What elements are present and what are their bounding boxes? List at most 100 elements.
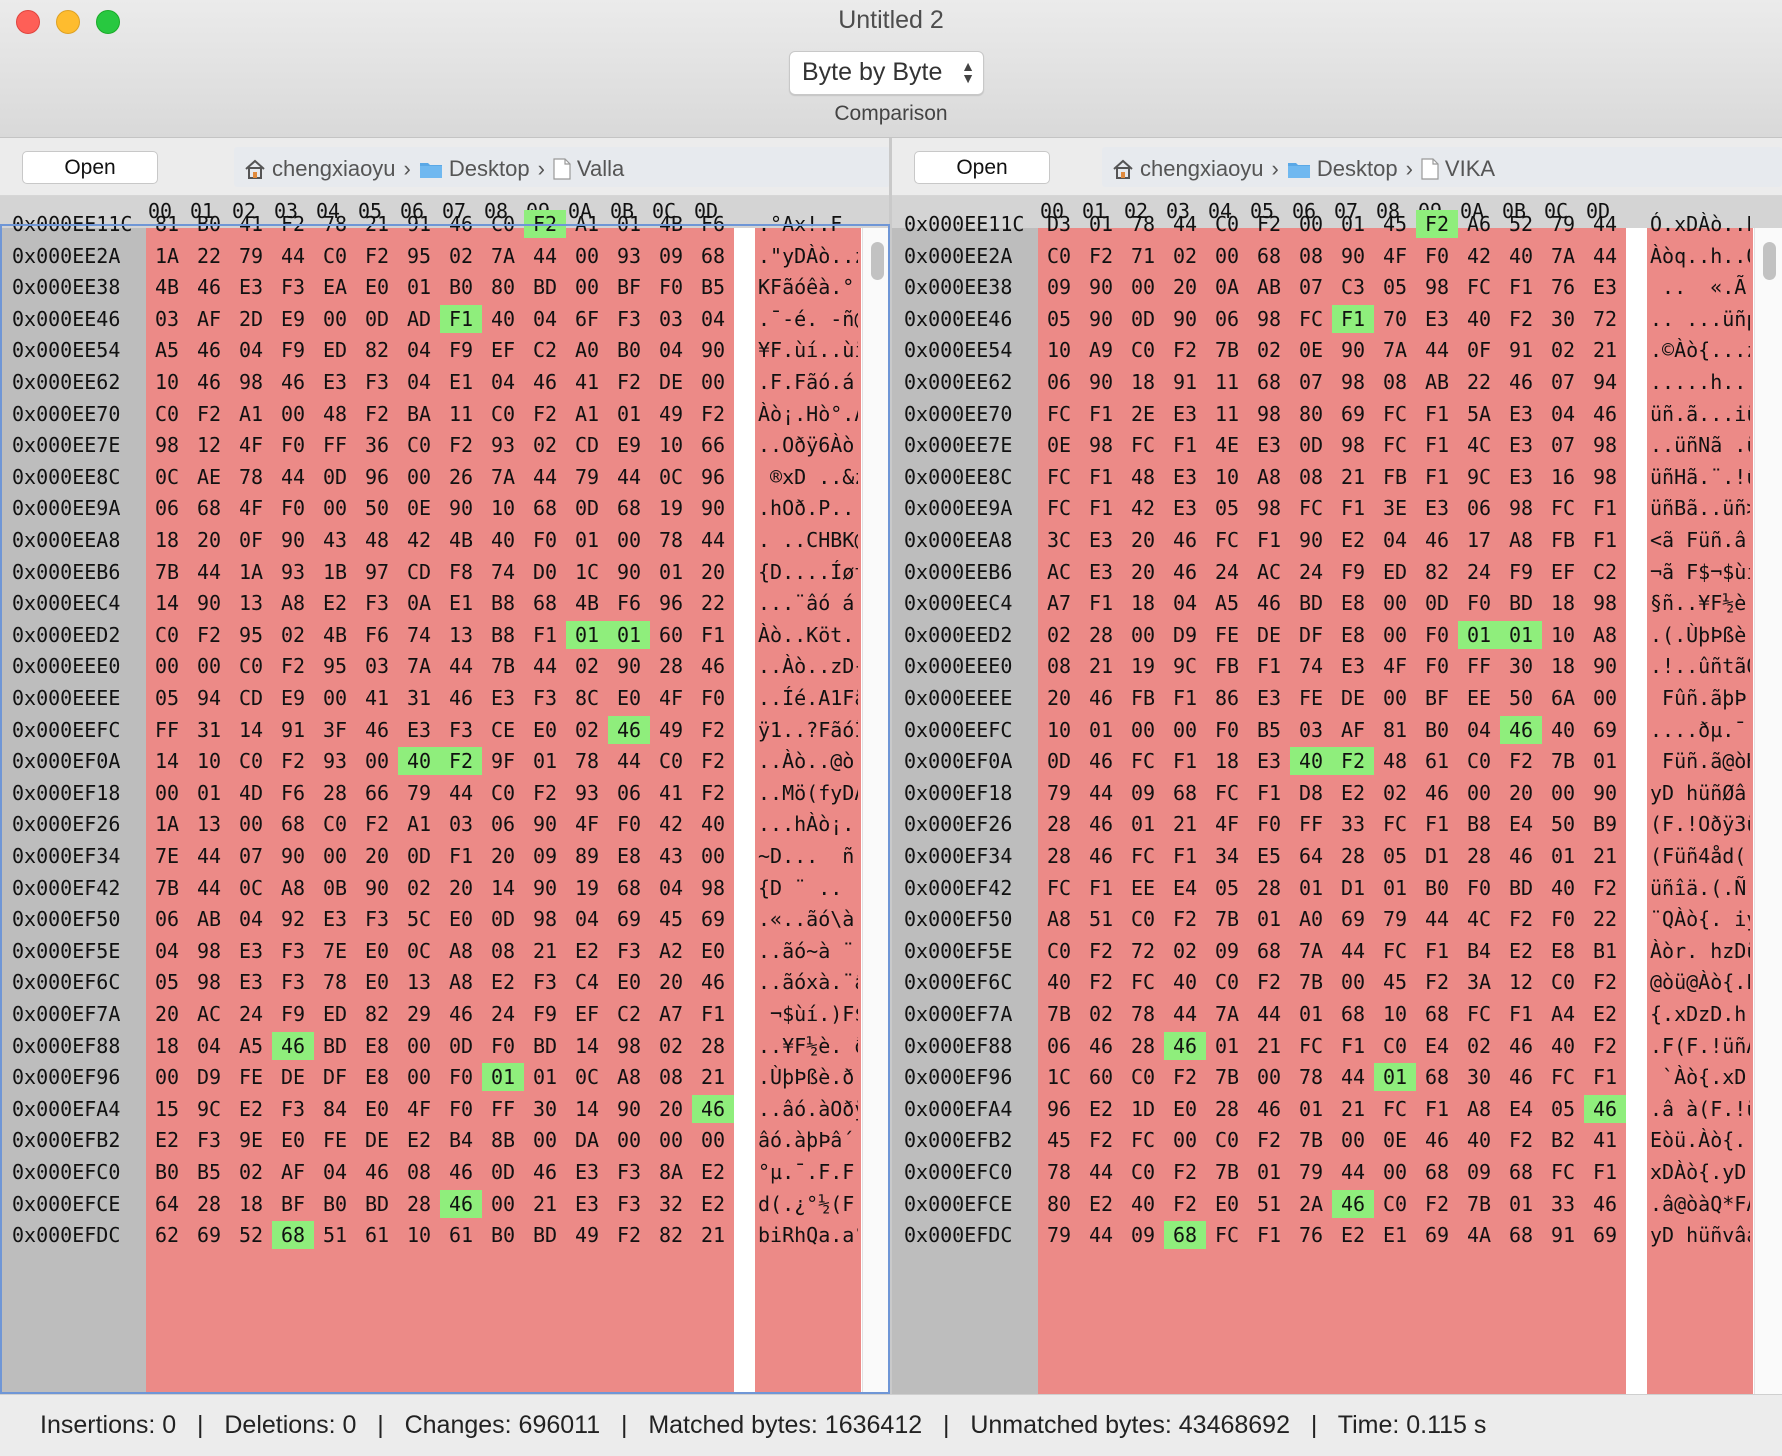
hex-byte[interactable]: 62 [146,1221,188,1249]
hex-byte[interactable]: F2 [356,400,398,428]
hex-byte[interactable]: FF [1290,810,1332,838]
hex-byte[interactable]: 78 [230,463,272,491]
hex-byte[interactable]: 44 [524,463,566,491]
hex-byte[interactable]: 00 [1458,779,1500,807]
hex-byte[interactable]: F0 [482,1032,524,1060]
hex-byte-match[interactable]: 40 [398,747,440,776]
hex-byte[interactable]: E3 [1248,747,1290,775]
hex-byte[interactable]: 01 [1290,1000,1332,1028]
hex-byte[interactable]: 48 [1122,463,1164,491]
hex-byte[interactable]: 20 [650,1095,692,1123]
hex-byte[interactable]: F0 [650,273,692,301]
hex-byte[interactable]: 21 [1164,810,1206,838]
hex-byte[interactable]: F2 [524,779,566,807]
hex-byte[interactable]: CD [566,431,608,459]
hex-byte[interactable]: FC [1290,1032,1332,1060]
hex-byte[interactable]: 13 [398,968,440,996]
hex-byte[interactable]: FE [1290,684,1332,712]
hex-byte[interactable]: 4C [1458,905,1500,933]
hex-byte[interactable]: 0B [314,874,356,902]
hex-byte[interactable]: 45 [1374,968,1416,996]
hex-byte[interactable]: 21 [692,1063,734,1091]
hex-row[interactable]: 0x000EFDC 79 44 09 68 FC F1 76 E2 E1 69 4A 68 91 69 yD … [892,1215,1782,1251]
hex-byte[interactable]: F1 [524,621,566,649]
hex-row[interactable]: 0x000EE9A FC F1 42 E3 05 98 FC F1 3E E3 06 98 FC F1 üñB… [892,488,1782,524]
hex-byte[interactable]: 00 [1290,210,1332,238]
hex-byte[interactable]: 20 [356,842,398,870]
left-scroll-thumb[interactable] [871,242,884,280]
hex-row[interactable]: 0x000EEC4 A7 F1 18 04 A5 46 BD E8 00 0D F0 BD 18 98 §ñ.… [892,583,1782,619]
hex-byte[interactable]: 15 [146,1095,188,1123]
hex-byte[interactable]: 01 [1542,842,1584,870]
hex-byte-match[interactable]: 01 [1458,620,1500,649]
hex-byte[interactable]: 7B [1206,905,1248,933]
hex-byte[interactable]: 01 [524,747,566,775]
hex-byte[interactable]: 0D [566,494,608,522]
hex-byte[interactable]: C0 [1206,210,1248,238]
hex-byte[interactable]: 5C [398,905,440,933]
hex-row[interactable]: 0x000EF5E 04 98 E3 F3 7E E0 0C A8 08 21 E2 F3 A2 E0 ..ã… [0,931,890,967]
hex-byte[interactable]: 44 [188,874,230,902]
hex-byte[interactable]: 7B [1206,336,1248,364]
hex-byte[interactable]: 28 [1332,842,1374,870]
hex-byte[interactable]: 46 [1080,684,1122,712]
hex-byte[interactable]: 86 [1206,684,1248,712]
hex-byte[interactable]: 1A [146,810,188,838]
hex-byte-match[interactable]: 01 [608,620,650,649]
hex-byte[interactable]: 9C [1458,463,1500,491]
hex-byte[interactable]: F2 [1248,968,1290,996]
hex-byte[interactable]: 50 [1542,810,1584,838]
hex-byte[interactable]: 00 [692,368,734,396]
hex-byte[interactable]: E3 [482,684,524,712]
hex-byte[interactable]: 36 [356,431,398,459]
hex-byte[interactable]: DE [272,1063,314,1091]
hex-byte[interactable]: 46 [440,210,482,238]
hex-byte[interactable]: E2 [398,1126,440,1154]
hex-byte[interactable]: 44 [1584,242,1626,270]
hex-byte[interactable]: 00 [566,273,608,301]
hex-byte[interactable]: 89 [566,842,608,870]
hex-byte[interactable]: B8 [482,589,524,617]
hex-row[interactable]: 0x000EF50 06 AB 04 92 E3 F3 5C E0 0D 98 04 69 45 69 .«.… [0,899,890,935]
hex-byte[interactable]: 11 [1206,368,1248,396]
hex-byte[interactable]: E2 [692,1158,734,1186]
hex-byte[interactable]: 68 [608,874,650,902]
hex-byte[interactable]: 00 [1164,716,1206,744]
hex-byte[interactable]: 10 [188,747,230,775]
hex-byte[interactable]: 7B [1290,1126,1332,1154]
hex-byte[interactable]: BA [398,400,440,428]
hex-byte-match[interactable]: 46 [272,1031,314,1060]
hex-byte[interactable]: 78 [314,968,356,996]
hex-byte[interactable]: 46 [524,1158,566,1186]
hex-byte[interactable]: 46 [1500,368,1542,396]
hex-byte[interactable]: 74 [1290,652,1332,680]
hex-byte[interactable]: 30 [1542,305,1584,333]
hex-byte[interactable]: F0 [1248,810,1290,838]
hex-byte[interactable]: E0 [356,968,398,996]
hex-row[interactable]: 0x000EE70 C0 F2 A1 00 48 F2 BA 11 C0 F2 A1 01 49 F2 Àò¡… [0,394,890,430]
hex-byte[interactable]: 68 [1164,779,1206,807]
hex-byte[interactable]: 21 [1332,463,1374,491]
hex-byte-match[interactable]: 40 [1290,747,1332,776]
hex-byte[interactable]: 68 [524,494,566,522]
hex-byte[interactable]: C3 [1332,273,1374,301]
hex-byte[interactable]: 46 [692,968,734,996]
hex-byte[interactable]: D9 [1164,621,1206,649]
hex-byte[interactable]: 01 [524,1063,566,1091]
hex-byte[interactable]: 24 [1206,558,1248,586]
hex-byte[interactable]: A8 [440,968,482,996]
breadcrumb-file[interactable]: Valla [577,156,624,182]
hex-byte[interactable]: F2 [440,431,482,459]
hex-byte[interactable]: 40 [1542,874,1584,902]
hex-byte[interactable]: 00 [314,494,356,522]
breadcrumb-desktop[interactable]: Desktop [449,156,530,182]
hex-byte[interactable]: 13 [188,810,230,838]
hex-byte[interactable]: 69 [1332,905,1374,933]
hex-byte[interactable]: 76 [1290,1221,1332,1249]
hex-byte[interactable]: 00 [1542,779,1584,807]
hex-byte[interactable]: 30 [524,1095,566,1123]
hex-byte[interactable]: 69 [1584,716,1626,744]
hex-byte[interactable]: A2 [650,937,692,965]
hex-byte[interactable]: 03 [440,810,482,838]
hex-row[interactable]: 0x000EFDC 62 69 52 68 51 61 10 61 B0 BD 49 F2 82 21 biR… [0,1215,890,1251]
